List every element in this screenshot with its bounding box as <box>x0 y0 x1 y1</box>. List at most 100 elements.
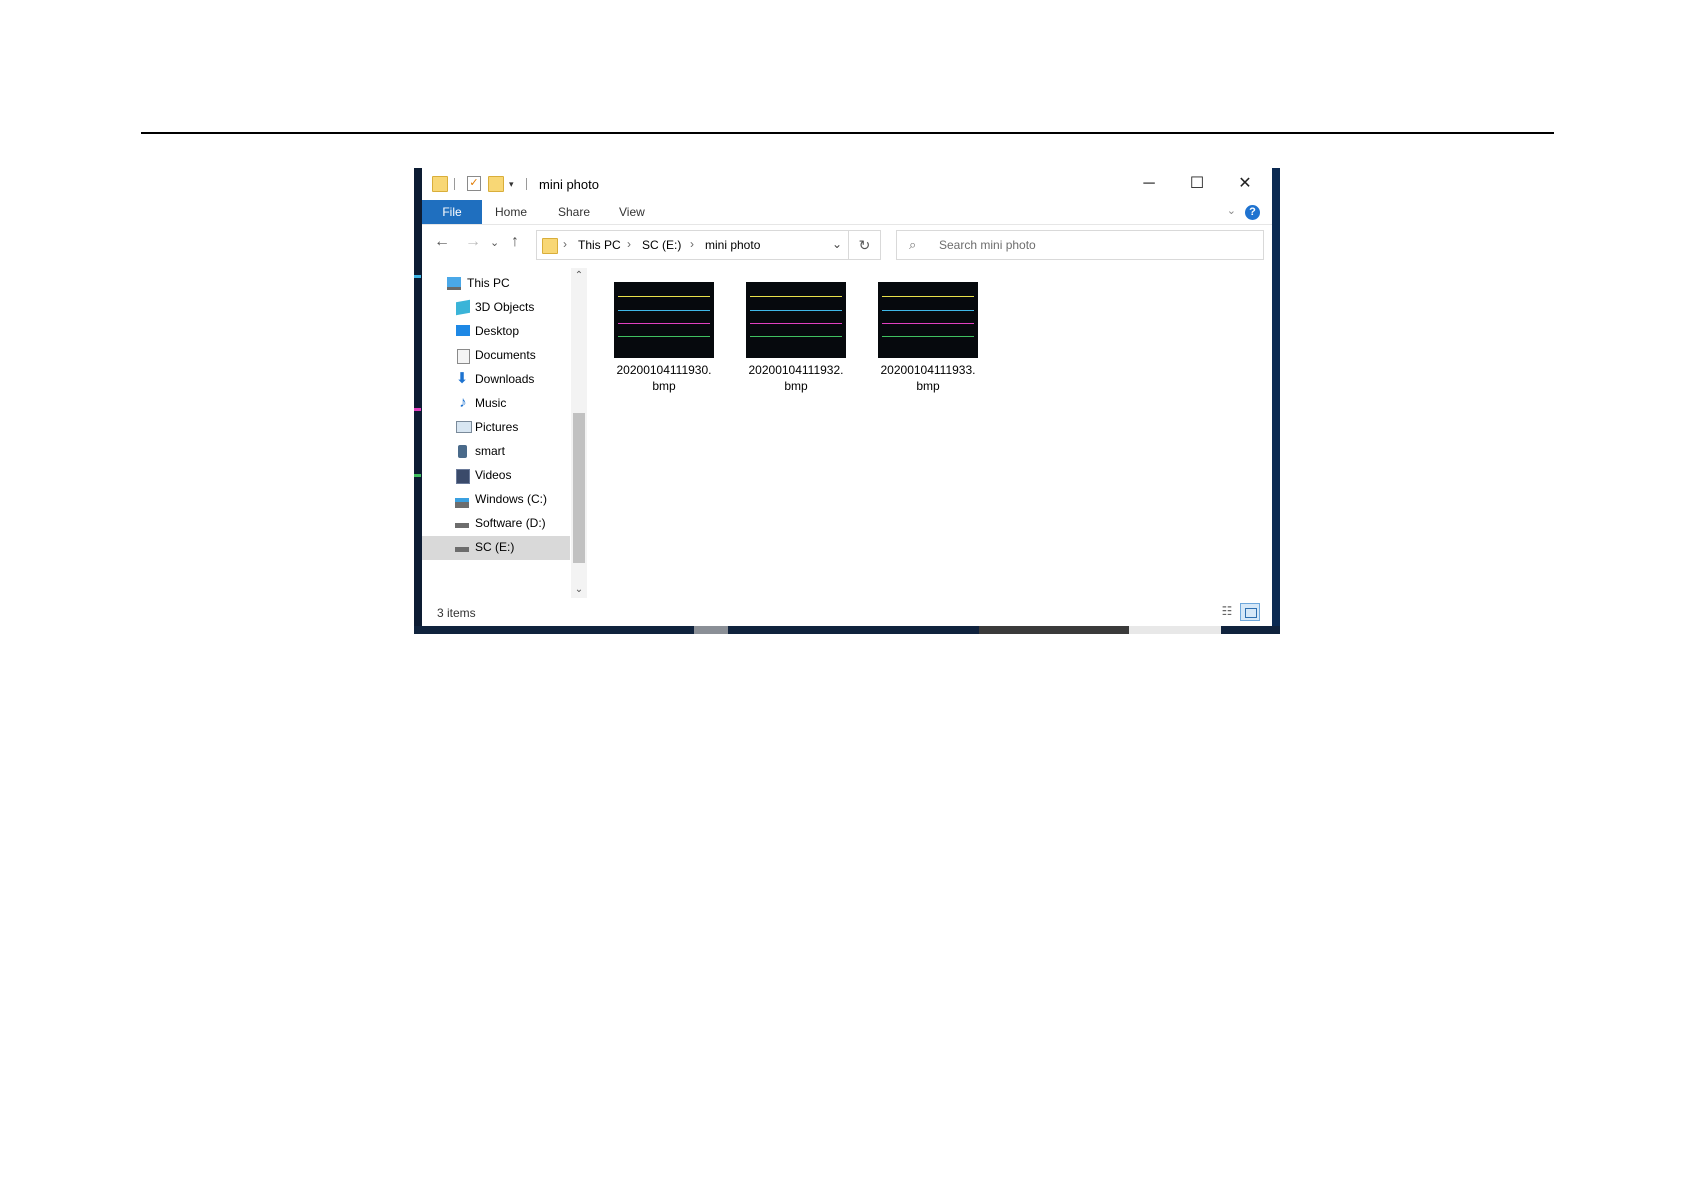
tab-home[interactable]: Home <box>495 200 527 224</box>
backdrop-segment <box>1129 626 1221 634</box>
drive-icon <box>455 523 469 528</box>
nav-item-documents[interactable]: Documents <box>422 344 570 368</box>
details-view-icon[interactable]: ☷ <box>1218 604 1236 620</box>
video-icon <box>456 469 470 484</box>
navigation-bar: ← → ⌄ ↑ › This PC › SC (E:) › mini photo… <box>422 226 1272 262</box>
breadcrumb-this-pc[interactable]: This PC <box>578 238 621 252</box>
new-folder-icon[interactable] <box>488 176 504 192</box>
navpane-scrollbar[interactable]: ⌃ ⌄ <box>571 268 587 598</box>
backdrop-marker <box>414 474 421 477</box>
properties-icon[interactable]: ✓ <box>467 176 481 191</box>
folder-icon <box>432 176 448 192</box>
desktop-icon <box>456 325 470 336</box>
back-button[interactable]: ← <box>434 233 450 251</box>
nav-item-label: Documents <box>475 348 536 362</box>
nav-item-label: Downloads <box>475 372 535 386</box>
nav-item-label: Videos <box>475 468 512 482</box>
address-bar[interactable]: › This PC › SC (E:) › mini photo ⌄ <box>536 230 849 260</box>
help-icon[interactable]: ? <box>1245 205 1260 220</box>
title-bar: ✓ ▾ mini photo ─ ☐ ✕ <box>422 168 1272 200</box>
nav-item-desktop[interactable]: Desktop <box>422 320 570 344</box>
toolbar-separator <box>454 178 455 190</box>
waveform-trace <box>750 323 842 324</box>
nav-item-windows-c[interactable]: Windows (C:) <box>422 488 570 512</box>
large-icons-view-icon[interactable] <box>1240 603 1260 621</box>
nav-item-label: Pictures <box>475 420 519 434</box>
scrollbar-thumb[interactable] <box>573 413 585 563</box>
music-icon: ♪ <box>459 394 467 411</box>
nav-item-videos[interactable]: Videos <box>422 464 570 488</box>
address-dropdown-icon[interactable]: ⌄ <box>832 237 842 251</box>
forward-button[interactable]: → <box>465 233 481 251</box>
toolbar-separator <box>526 178 527 190</box>
backdrop-marker <box>414 408 421 411</box>
breadcrumb-separator[interactable]: › <box>690 237 694 251</box>
drive-icon <box>455 498 469 508</box>
pictures-icon <box>456 421 472 433</box>
waveform-trace <box>618 336 710 337</box>
backdrop-bottom-strip <box>414 626 1280 634</box>
waveform-trace <box>882 296 974 297</box>
recent-locations-button[interactable]: ⌄ <box>490 236 499 249</box>
file-name: 20200104111933. bmp <box>880 363 976 393</box>
item-count: 3 items <box>437 606 476 620</box>
scroll-down-icon[interactable]: ⌄ <box>571 582 587 598</box>
expand-ribbon-icon[interactable]: ⌄ <box>1227 204 1236 217</box>
breadcrumb-mini-photo[interactable]: mini photo <box>705 238 760 252</box>
nav-item-label: 3D Objects <box>475 300 535 314</box>
download-icon: ⬇ <box>455 370 469 387</box>
backdrop-segment <box>694 626 728 634</box>
nav-item-3d-objects[interactable]: 3D Objects <box>422 296 570 320</box>
file-name: 20200104111930. bmp <box>616 363 712 393</box>
search-icon: ⌕ <box>909 237 917 252</box>
folder-icon <box>542 238 558 254</box>
waveform-trace <box>618 323 710 324</box>
phone-icon <box>458 445 467 458</box>
waveform-trace <box>882 323 974 324</box>
waveform-trace <box>618 310 710 311</box>
refresh-button[interactable]: ↻ <box>849 230 881 260</box>
nav-item-software-d[interactable]: Software (D:) <box>422 512 570 536</box>
document-icon <box>457 349 470 364</box>
backdrop-marker <box>414 275 421 278</box>
nav-item-smart[interactable]: smart <box>422 440 570 464</box>
nav-item-label: SC (E:) <box>475 540 515 554</box>
window-title: mini photo <box>539 177 599 192</box>
nav-item-music[interactable]: ♪ Music <box>422 392 570 416</box>
cube-icon <box>456 299 470 316</box>
search-box[interactable]: ⌕ Search mini photo <box>896 230 1264 260</box>
breadcrumb-separator[interactable]: › <box>563 237 567 251</box>
image-thumbnail <box>614 282 714 358</box>
close-button[interactable]: ✕ <box>1222 168 1268 200</box>
backdrop-segment <box>979 626 1129 634</box>
nav-item-downloads[interactable]: ⬇ Downloads <box>422 368 570 392</box>
file-name: 20200104111932. bmp <box>748 363 844 393</box>
image-thumbnail <box>746 282 846 358</box>
large-icons-glyph <box>1245 608 1257 618</box>
tab-share[interactable]: Share <box>558 200 590 224</box>
nav-item-pictures[interactable]: Pictures <box>422 416 570 440</box>
waveform-trace <box>750 310 842 311</box>
nav-item-label: smart <box>475 444 505 458</box>
minimize-button[interactable]: ─ <box>1126 168 1172 200</box>
ribbon-tabs: File Home Share View ⌄ ? <box>422 200 1272 225</box>
nav-item-label: Windows (C:) <box>475 492 548 506</box>
nav-item-label: Software (D:) <box>475 516 546 530</box>
maximize-button[interactable]: ☐ <box>1174 168 1220 200</box>
nav-item-sc-e[interactable]: SC (E:) <box>422 536 570 560</box>
tab-file[interactable]: File <box>422 200 482 224</box>
customize-quick-access-icon[interactable]: ▾ <box>509 179 514 190</box>
image-thumbnail <box>878 282 978 358</box>
waveform-trace <box>882 310 974 311</box>
page-divider-line <box>141 132 1554 134</box>
nav-item-label: This PC <box>467 276 510 290</box>
nav-item-this-pc[interactable]: This PC <box>422 272 570 296</box>
scroll-up-icon[interactable]: ⌃ <box>571 268 587 284</box>
screenshot-frame: ✓ ▾ mini photo ─ ☐ ✕ File Home Share Vie… <box>414 168 1280 634</box>
breadcrumb-sc-drive[interactable]: SC (E:) <box>642 238 681 252</box>
tab-view[interactable]: View <box>619 200 645 224</box>
status-bar: 3 items ☷ <box>422 598 1272 626</box>
file-explorer-window: ✓ ▾ mini photo ─ ☐ ✕ File Home Share Vie… <box>422 168 1272 626</box>
up-button[interactable]: ↑ <box>511 233 519 251</box>
breadcrumb-separator[interactable]: › <box>627 237 631 251</box>
